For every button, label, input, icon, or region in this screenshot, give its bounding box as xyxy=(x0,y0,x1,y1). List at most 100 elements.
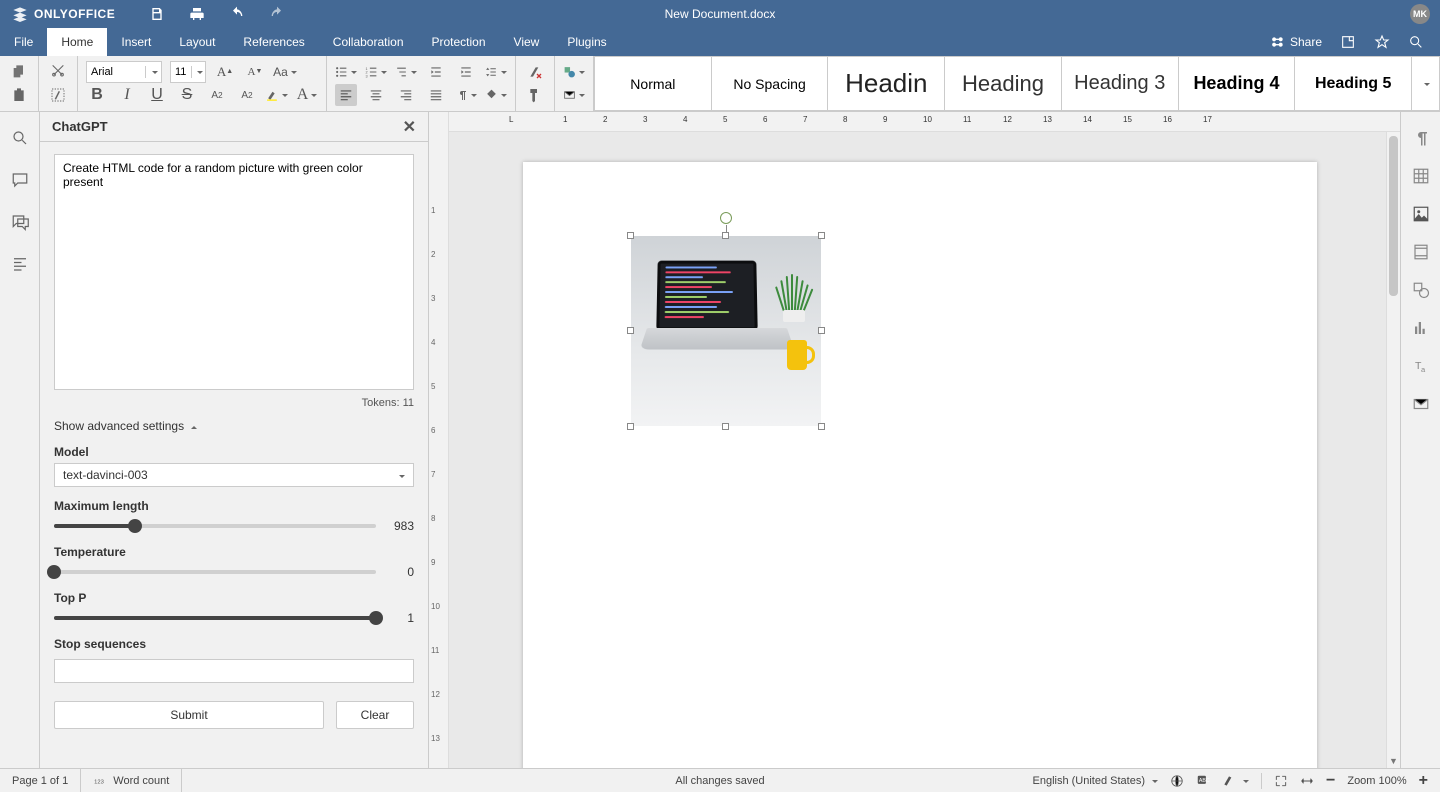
align-left-icon[interactable] xyxy=(335,84,357,106)
resize-handle-sw[interactable] xyxy=(627,423,634,430)
selected-image[interactable] xyxy=(631,236,821,426)
clear-format-icon[interactable] xyxy=(524,61,546,83)
fit-page-icon[interactable] xyxy=(1274,774,1288,788)
bold-icon[interactable]: B xyxy=(86,84,108,106)
style-heading5[interactable]: Heading 5 xyxy=(1295,56,1412,111)
decrease-font-icon[interactable]: A▼ xyxy=(244,61,266,83)
subscript-icon[interactable]: A2 xyxy=(236,84,258,106)
comments-icon[interactable] xyxy=(8,168,32,192)
resize-handle-n[interactable] xyxy=(722,232,729,239)
chevron-down-icon[interactable] xyxy=(191,66,205,78)
menu-layout[interactable]: Layout xyxy=(165,28,229,56)
italic-icon[interactable]: I xyxy=(116,84,138,106)
scrollbar-thumb[interactable] xyxy=(1389,136,1398,296)
share-button[interactable]: Share xyxy=(1270,34,1322,50)
page-viewport[interactable] xyxy=(449,132,1386,768)
doc-language-icon[interactable] xyxy=(1170,774,1184,788)
style-no-spacing[interactable]: No Spacing xyxy=(712,56,829,111)
style-heading4[interactable]: Heading 4 xyxy=(1179,56,1296,111)
insert-shape-icon[interactable] xyxy=(563,61,585,83)
textart-settings-icon[interactable]: Ta xyxy=(1409,354,1433,378)
plugin-close-icon[interactable]: ✕ xyxy=(403,117,416,137)
header-footer-icon[interactable] xyxy=(1409,240,1433,264)
zoom-level[interactable]: Zoom 100% xyxy=(1347,775,1406,787)
paste-icon[interactable] xyxy=(8,84,30,106)
fit-width-icon[interactable] xyxy=(1300,774,1314,788)
save-icon[interactable] xyxy=(149,6,165,22)
superscript-icon[interactable]: A2 xyxy=(206,84,228,106)
align-center-icon[interactable] xyxy=(365,84,387,106)
word-count[interactable]: 123Word count xyxy=(81,769,182,792)
change-case-icon[interactable]: Aa xyxy=(274,61,296,83)
resize-handle-nw[interactable] xyxy=(627,232,634,239)
document-page[interactable] xyxy=(523,162,1317,768)
copy-style-icon[interactable] xyxy=(524,84,546,106)
navigation-icon[interactable] xyxy=(8,252,32,276)
menu-protection[interactable]: Protection xyxy=(418,28,500,56)
menu-view[interactable]: View xyxy=(500,28,554,56)
strikethrough-icon[interactable]: S xyxy=(176,84,198,106)
open-location-icon[interactable] xyxy=(1340,34,1356,50)
stop-input[interactable] xyxy=(54,659,414,683)
vertical-scrollbar[interactable]: ▲ ▼ xyxy=(1386,132,1400,768)
table-settings-icon[interactable] xyxy=(1409,164,1433,188)
chat-icon[interactable] xyxy=(8,210,32,234)
mail-settings-icon[interactable] xyxy=(1409,392,1433,416)
number-list-icon[interactable]: 123 xyxy=(365,61,387,83)
shape-settings-icon[interactable] xyxy=(1409,278,1433,302)
paragraph-mark-icon[interactable] xyxy=(455,84,477,106)
zoom-in-icon[interactable]: + xyxy=(1419,772,1428,790)
search-icon[interactable] xyxy=(1408,34,1424,50)
temp-slider[interactable] xyxy=(54,570,376,574)
favorite-icon[interactable] xyxy=(1374,34,1390,50)
font-color-icon[interactable]: A xyxy=(296,84,318,106)
line-spacing-icon[interactable] xyxy=(485,61,507,83)
submit-button[interactable]: Submit xyxy=(54,701,324,729)
select-all-icon[interactable] xyxy=(47,84,69,106)
menu-references[interactable]: References xyxy=(229,28,318,56)
find-icon[interactable] xyxy=(8,126,32,150)
highlight-color-icon[interactable] xyxy=(266,84,288,106)
prompt-input[interactable] xyxy=(54,154,414,390)
style-heading2[interactable]: Heading xyxy=(945,56,1062,111)
horizontal-ruler[interactable]: L 1234567891011121314151617 xyxy=(449,112,1400,132)
menu-collaboration[interactable]: Collaboration xyxy=(319,28,418,56)
clear-button[interactable]: Clear xyxy=(336,701,414,729)
chevron-down-icon[interactable] xyxy=(145,66,161,78)
toggle-advanced[interactable]: Show advanced settings xyxy=(54,419,414,433)
print-icon[interactable] xyxy=(189,6,205,22)
increase-indent-icon[interactable] xyxy=(455,61,477,83)
style-heading3[interactable]: Heading 3 xyxy=(1062,56,1179,111)
model-select[interactable]: text-davinci-003 xyxy=(54,463,414,487)
user-avatar[interactable]: MK xyxy=(1410,4,1430,24)
rotate-handle[interactable] xyxy=(720,212,732,224)
font-family-select[interactable] xyxy=(86,61,162,83)
topp-slider[interactable] xyxy=(54,616,376,620)
multilevel-list-icon[interactable] xyxy=(395,61,417,83)
menu-insert[interactable]: Insert xyxy=(107,28,165,56)
decrease-indent-icon[interactable] xyxy=(425,61,447,83)
bullet-list-icon[interactable] xyxy=(335,61,357,83)
style-gallery-more[interactable] xyxy=(1412,56,1440,111)
resize-handle-s[interactable] xyxy=(722,423,729,430)
cut-icon[interactable] xyxy=(47,61,69,83)
align-right-icon[interactable] xyxy=(395,84,417,106)
align-justify-icon[interactable] xyxy=(425,84,447,106)
resize-handle-se[interactable] xyxy=(818,423,825,430)
page-indicator[interactable]: Page 1 of 1 xyxy=(0,769,81,792)
style-normal[interactable]: Normal xyxy=(594,56,712,111)
resize-handle-e[interactable] xyxy=(818,327,825,334)
font-size-input[interactable] xyxy=(171,66,191,78)
maxlen-slider[interactable] xyxy=(54,524,376,528)
font-size-select[interactable] xyxy=(170,61,206,83)
spellcheck-icon[interactable]: ABC xyxy=(1196,774,1210,788)
menu-file[interactable]: File xyxy=(0,28,47,56)
scroll-down-icon[interactable]: ▼ xyxy=(1387,754,1400,768)
resize-handle-w[interactable] xyxy=(627,327,634,334)
style-heading1[interactable]: Headin xyxy=(828,56,945,111)
image-settings-icon[interactable] xyxy=(1409,202,1433,226)
paragraph-settings-icon[interactable] xyxy=(1409,126,1433,150)
copy-icon[interactable] xyxy=(8,61,30,83)
resize-handle-ne[interactable] xyxy=(818,232,825,239)
shading-icon[interactable] xyxy=(485,84,507,106)
